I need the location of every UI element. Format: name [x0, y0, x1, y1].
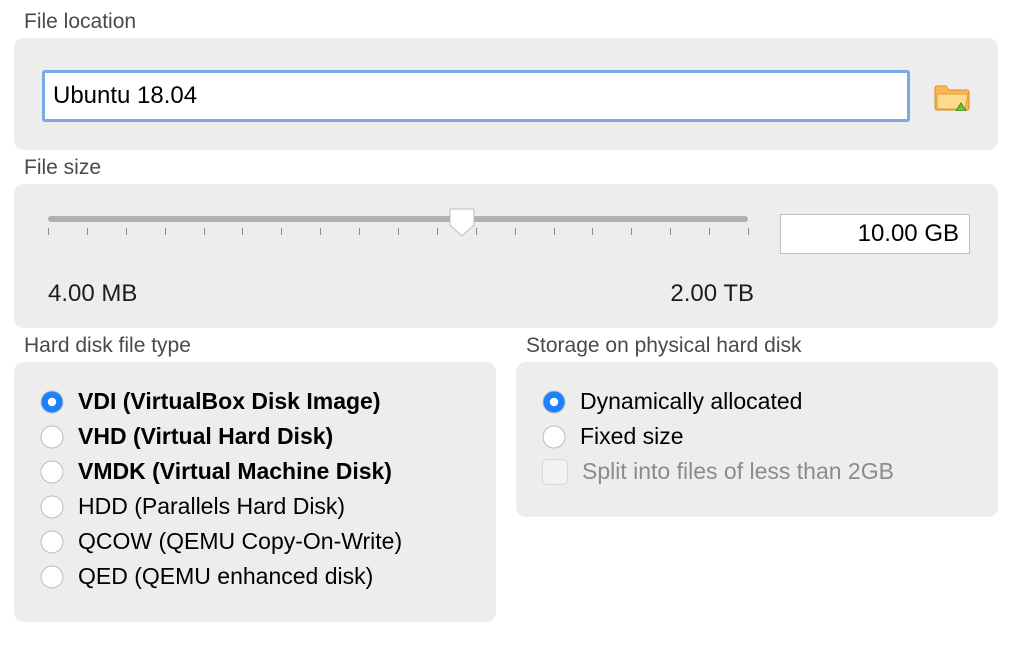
checkbox-icon — [542, 459, 568, 485]
disk-type-option-label: VHD (Virtual Hard Disk) — [78, 423, 333, 450]
disk-type-label: Hard disk file type — [24, 334, 496, 358]
disk-type-radio[interactable]: HDD (Parallels Hard Disk) — [40, 493, 470, 520]
radio-icon — [40, 530, 64, 554]
file-size-min-label: 4.00 MB — [48, 280, 137, 308]
file-location-label: File location — [24, 10, 998, 34]
disk-type-radio[interactable]: VMDK (Virtual Machine Disk) — [40, 458, 470, 485]
file-size-panel: 4.00 MB 2.00 TB — [14, 184, 998, 328]
radio-icon — [40, 425, 64, 449]
file-location-panel — [14, 38, 998, 150]
disk-type-radio[interactable]: VHD (Virtual Hard Disk) — [40, 423, 470, 450]
storage-radio[interactable]: Fixed size — [542, 423, 972, 450]
storage-panel: Dynamically allocated Fixed size Split int… — [516, 362, 998, 517]
file-size-slider[interactable] — [42, 212, 754, 256]
radio-icon — [40, 565, 64, 589]
file-location-input[interactable] — [42, 70, 910, 122]
disk-type-radio[interactable]: QED (QEMU enhanced disk) — [40, 563, 470, 590]
radio-icon — [542, 425, 566, 449]
disk-type-option-label: QED (QEMU enhanced disk) — [78, 563, 373, 590]
split-files-checkbox: Split into files of less than 2GB — [542, 458, 972, 485]
file-size-max-label: 2.00 TB — [670, 280, 754, 308]
disk-type-radio[interactable]: QCOW (QEMU Copy-On-Write) — [40, 528, 470, 555]
disk-type-radio[interactable]: VDI (VirtualBox Disk Image) — [40, 388, 470, 415]
disk-type-option-label: QCOW (QEMU Copy-On-Write) — [78, 528, 402, 555]
file-size-label: File size — [24, 156, 998, 180]
storage-radio[interactable]: Dynamically allocated — [542, 388, 972, 415]
file-size-value-input[interactable] — [780, 214, 970, 254]
split-files-label: Split into files of less than 2GB — [582, 458, 894, 485]
radio-icon — [40, 460, 64, 484]
radio-icon — [40, 390, 64, 414]
radio-icon — [542, 390, 566, 414]
storage-option-label: Dynamically allocated — [580, 388, 802, 415]
disk-type-option-label: HDD (Parallels Hard Disk) — [78, 493, 345, 520]
disk-type-option-label: VMDK (Virtual Machine Disk) — [78, 458, 392, 485]
disk-type-panel: VDI (VirtualBox Disk Image) VHD (Virtual … — [14, 362, 496, 622]
storage-label: Storage on physical hard disk — [526, 334, 998, 358]
radio-icon — [40, 495, 64, 519]
disk-type-option-label: VDI (VirtualBox Disk Image) — [78, 388, 381, 415]
storage-option-label: Fixed size — [580, 423, 684, 450]
browse-folder-icon[interactable] — [934, 81, 970, 111]
